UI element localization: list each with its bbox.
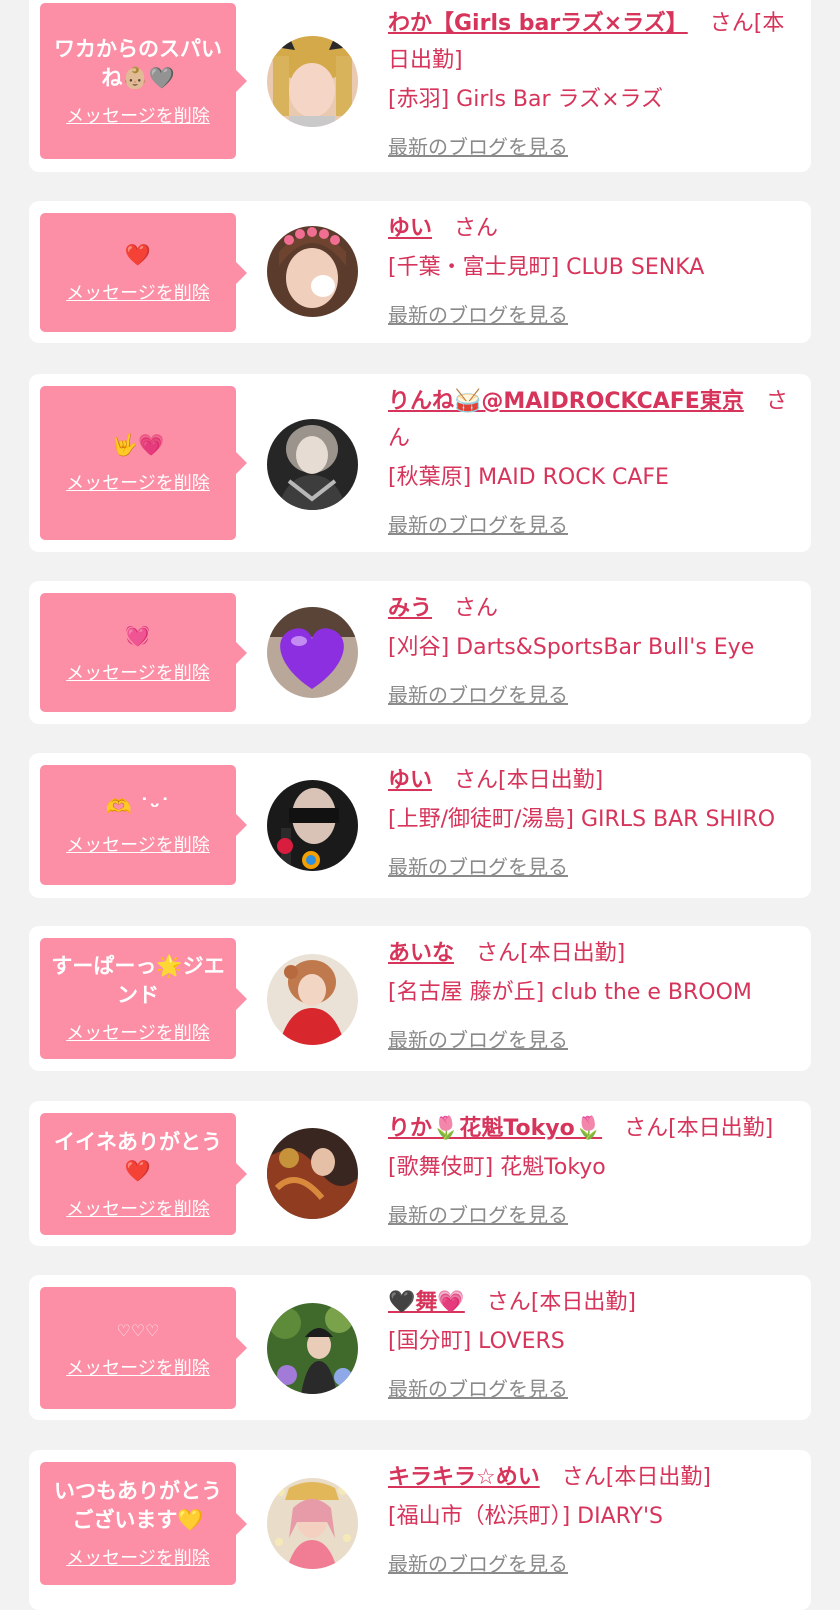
- shop-name: [国分町] LOVERS: [388, 1329, 565, 1354]
- sender-info: ゆい さん [千葉・富士見町] CLUB SENKA 最新のブログを見る: [388, 210, 798, 328]
- message-text: 🫶 ˙ᵕ˙: [105, 795, 171, 819]
- message-text: ワカからのスパいね👶🏼🩶: [54, 36, 222, 90]
- latest-blog-link[interactable]: 最新のブログを見る: [388, 851, 568, 880]
- latest-blog-link[interactable]: 最新のブログを見る: [388, 509, 568, 538]
- sender-name-link[interactable]: 🖤舞💗: [388, 1290, 465, 1315]
- delete-message-button[interactable]: メッセージを削除: [66, 1544, 210, 1570]
- delete-message-button[interactable]: メッセージを削除: [66, 831, 210, 857]
- message-list: ワカからのスパいね👶🏼🩶 メッセージを削除 わか【Girls barラズ×ラズ】…: [0, 0, 840, 1610]
- shop-name: [上野/御徒町/湯島] GIRLS BAR SHIRO: [388, 807, 776, 832]
- shop-name: [秋葉原] MAID ROCK CAFE: [388, 465, 669, 490]
- message-bubble: ❤️ メッセージを削除: [40, 213, 247, 332]
- sender-name-link[interactable]: みう: [388, 596, 432, 621]
- message-bubble: イイネありがとう❤️ メッセージを削除: [40, 1113, 247, 1235]
- work-status: [本日出勤]: [668, 1116, 774, 1141]
- message-bubble: 🤟💗 メッセージを削除: [40, 386, 247, 540]
- message-card: ❤️ メッセージを削除 ゆい さん [千葉・富士見町] CLUB SENKA 最新…: [29, 201, 811, 343]
- delete-message-button[interactable]: メッセージを削除: [66, 279, 210, 305]
- honorific: さん: [486, 1290, 531, 1315]
- work-status: [本日出勤]: [605, 1465, 711, 1490]
- message-text: イイネありがとう❤️: [54, 1129, 222, 1183]
- honorific: さん: [561, 1465, 606, 1490]
- message-bubble: ワカからのスパいね👶🏼🩶 メッセージを削除: [40, 3, 247, 159]
- avatar[interactable]: [267, 607, 358, 698]
- message-bubble: すーぱーっ🌟ジエンド メッセージを削除: [40, 938, 247, 1059]
- shop-name: [名古屋 藤が丘] club the e BROOM: [388, 980, 752, 1005]
- shop-name: [刈谷] Darts&SportsBar Bull's Eye: [388, 635, 755, 660]
- delete-message-button[interactable]: メッセージを削除: [66, 469, 210, 495]
- message-card: 🫶 ˙ᵕ˙ メッセージを削除 ゆい さん[本日出勤] [上野/御徒町/湯島] GI…: [29, 753, 811, 898]
- latest-blog-link[interactable]: 最新のブログを見る: [388, 131, 568, 160]
- latest-blog-link[interactable]: 最新のブログを見る: [388, 1548, 568, 1577]
- sender-info: みう さん [刈谷] Darts&SportsBar Bull's Eye 最新の…: [388, 590, 798, 708]
- message-card: ワカからのスパいね👶🏼🩶 メッセージを削除 わか【Girls barラズ×ラズ】…: [29, 0, 811, 172]
- shop-name: [福山市（松浜町）] DIARY'S: [388, 1504, 663, 1529]
- sender-name-link[interactable]: りんね🥁@MAIDROCKCAFE東京: [388, 389, 744, 414]
- message-bubble: ♡♡♡ メッセージを削除: [40, 1287, 247, 1409]
- sender-name-link[interactable]: あいな: [388, 941, 454, 966]
- message-card: 💓 メッセージを削除 みう さん [刈谷] Darts&SportsBar Bul…: [29, 581, 811, 724]
- message-bubble: 🫶 ˙ᵕ˙ メッセージを削除: [40, 765, 247, 885]
- honorific: さん: [454, 216, 499, 241]
- latest-blog-link[interactable]: 最新のブログを見る: [388, 679, 568, 708]
- avatar[interactable]: [267, 780, 358, 871]
- message-bubble: 💓 メッセージを削除: [40, 593, 247, 712]
- message-card: 🤟💗 メッセージを削除 りんね🥁@MAIDROCKCAFE東京 さん [秋葉原] …: [29, 374, 811, 552]
- sender-info: 🖤舞💗 さん[本日出勤] [国分町] LOVERS 最新のブログを見る: [388, 1284, 798, 1402]
- delete-message-button[interactable]: メッセージを削除: [66, 1195, 210, 1221]
- shop-name: [歌舞伎町] 花魁Tokyo: [388, 1155, 606, 1180]
- message-text: いつもありがとうございます💛: [54, 1479, 222, 1532]
- message-bubble: いつもありがとうございます💛 メッセージを削除: [40, 1462, 247, 1585]
- honorific: さん: [624, 1116, 669, 1141]
- sender-info: わか【Girls barラズ×ラズ】 さん[本日出勤] [赤羽] Girls Ba…: [388, 5, 798, 160]
- avatar[interactable]: [267, 954, 358, 1045]
- sender-name-link[interactable]: ゆい: [388, 768, 432, 793]
- latest-blog-link[interactable]: 最新のブログを見る: [388, 1373, 568, 1402]
- delete-message-button[interactable]: メッセージを削除: [66, 1019, 210, 1045]
- work-status: [本日出勤]: [498, 768, 604, 793]
- message-card: いつもありがとうございます💛 メッセージを削除 キラキラ☆めい さん[本日出勤] …: [29, 1450, 811, 1610]
- message-text: 🤟💗: [111, 433, 165, 457]
- work-status: [本日出勤]: [520, 941, 626, 966]
- message-text: すーぱーっ🌟ジエンド: [51, 954, 225, 1007]
- avatar[interactable]: [267, 1128, 358, 1219]
- delete-message-button[interactable]: メッセージを削除: [66, 1354, 210, 1380]
- sender-name-link[interactable]: わか【Girls barラズ×ラズ】: [388, 11, 688, 36]
- honorific: さん: [709, 11, 754, 36]
- avatar[interactable]: [267, 1303, 358, 1394]
- honorific: さん: [454, 768, 499, 793]
- message-card: すーぱーっ🌟ジエンド メッセージを削除 あいな さん[本日出勤] [名古屋 藤が丘…: [29, 926, 811, 1071]
- honorific: さん: [454, 596, 499, 621]
- latest-blog-link[interactable]: 最新のブログを見る: [388, 1024, 568, 1053]
- message-text: 💓: [124, 622, 152, 647]
- avatar[interactable]: [267, 226, 358, 317]
- sender-name-link[interactable]: りか🌷花魁Tokyo🌷: [388, 1116, 602, 1141]
- avatar[interactable]: [267, 36, 358, 127]
- sender-info: りか🌷花魁Tokyo🌷 さん[本日出勤] [歌舞伎町] 花魁Tokyo 最新のブロ…: [388, 1110, 798, 1228]
- sender-info: キラキラ☆めい さん[本日出勤] [福山市（松浜町）] DIARY'S 最新のブロ…: [388, 1459, 798, 1577]
- sender-info: ゆい さん[本日出勤] [上野/御徒町/湯島] GIRLS BAR SHIRO 最…: [388, 762, 798, 880]
- message-card: イイネありがとう❤️ メッセージを削除 りか🌷花魁Tokyo🌷 さん[本日出勤] …: [29, 1101, 811, 1246]
- work-status: [本日出勤]: [530, 1290, 636, 1315]
- sender-name-link[interactable]: キラキラ☆めい: [388, 1465, 540, 1490]
- avatar[interactable]: [267, 1478, 358, 1569]
- sender-name-link[interactable]: ゆい: [388, 216, 432, 241]
- delete-message-button[interactable]: メッセージを削除: [66, 102, 210, 128]
- avatar[interactable]: [267, 419, 358, 510]
- message-text: ♡♡♡: [116, 1321, 160, 1340]
- latest-blog-link[interactable]: 最新のブログを見る: [388, 1199, 568, 1228]
- delete-message-button[interactable]: メッセージを削除: [66, 659, 210, 685]
- sender-info: あいな さん[本日出勤] [名古屋 藤が丘] club the e BROOM 最…: [388, 935, 798, 1053]
- message-text: ❤️: [124, 242, 152, 267]
- message-card: ♡♡♡ メッセージを削除 🖤舞💗 さん[本日出勤] [国分町] LOVERS 最新…: [29, 1275, 811, 1420]
- shop-name: [千葉・富士見町] CLUB SENKA: [388, 255, 705, 280]
- honorific: さん: [476, 941, 521, 966]
- sender-info: りんね🥁@MAIDROCKCAFE東京 さん [秋葉原] MAID ROCK CA…: [388, 383, 798, 538]
- shop-name: [赤羽] Girls Bar ラズ×ラズ: [388, 87, 664, 112]
- latest-blog-link[interactable]: 最新のブログを見る: [388, 299, 568, 328]
